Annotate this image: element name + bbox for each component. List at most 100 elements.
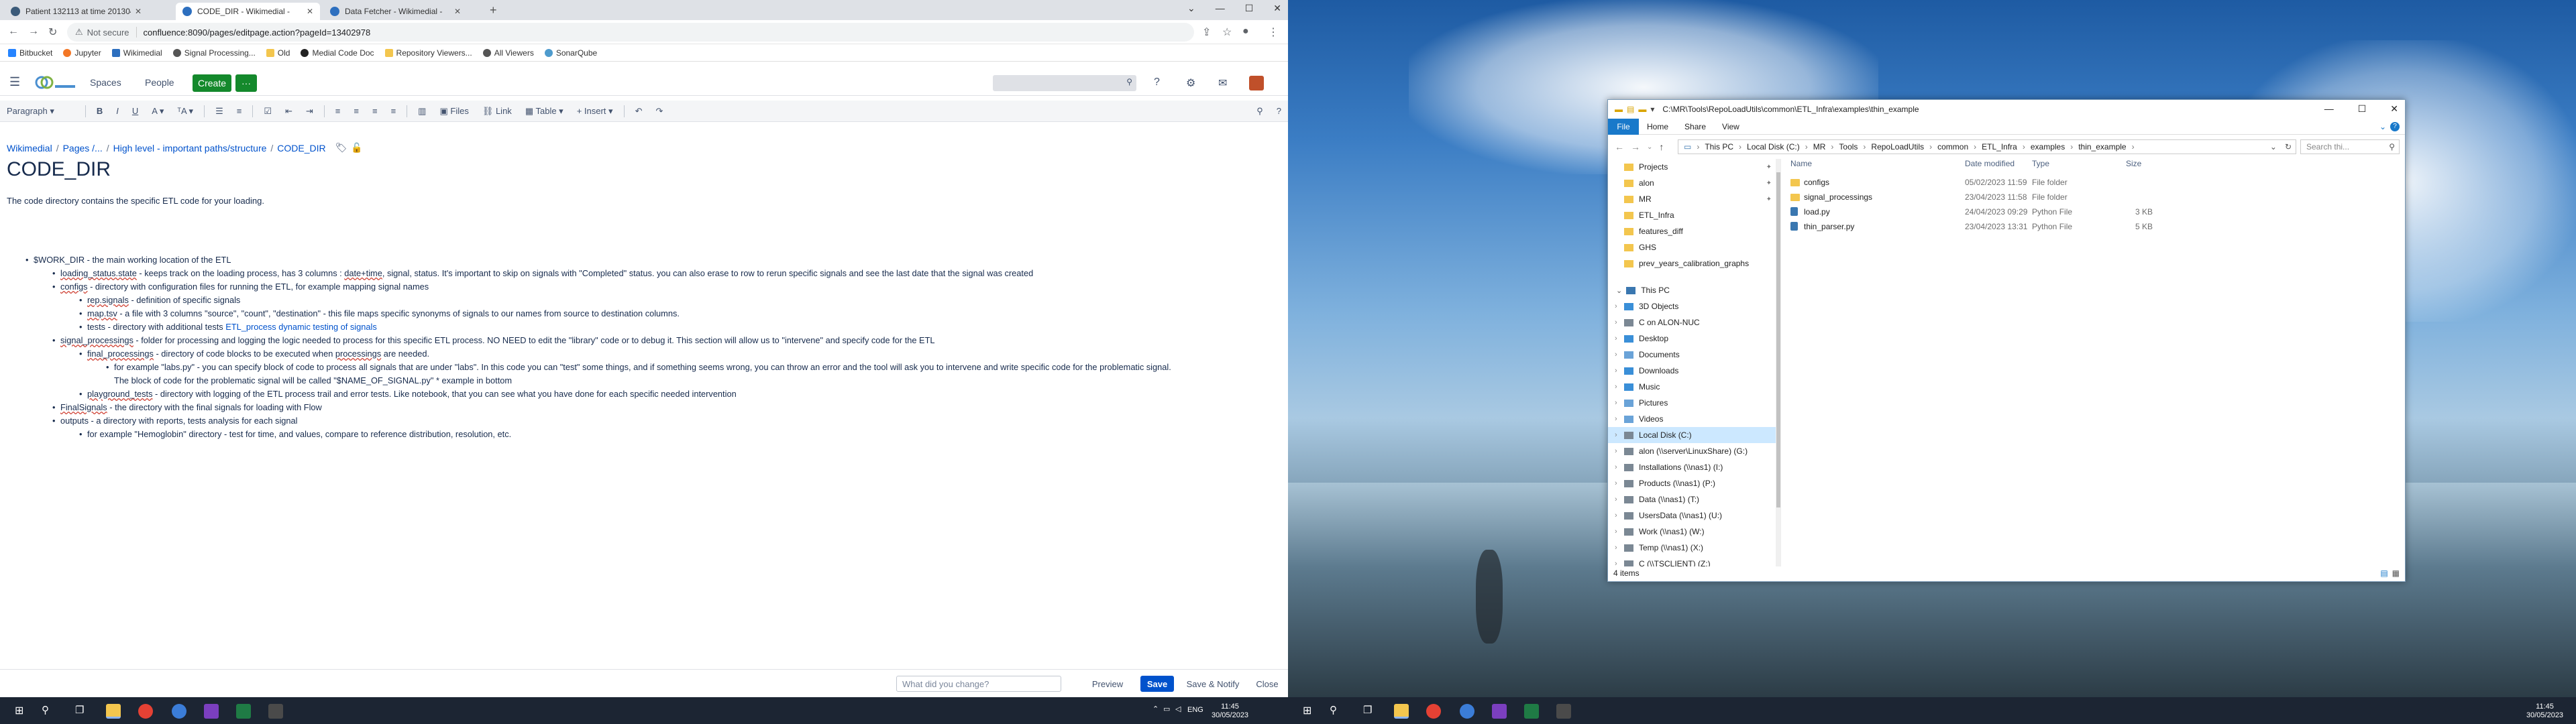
nav-item[interactable]: › C on ALON-NUC (1608, 314, 1776, 330)
nav-item[interactable]: › Music (1608, 379, 1776, 395)
expand-ribbon-icon[interactable]: ⌄ (2379, 122, 2386, 131)
expand-chevron-icon[interactable]: › (1615, 495, 1617, 503)
expand-chevron-icon[interactable]: › (1615, 335, 1617, 343)
expand-chevron-icon[interactable]: › (1615, 431, 1617, 439)
search-input[interactable]: ⚲ (993, 75, 1136, 91)
column-header-name[interactable]: Name (1790, 159, 1812, 168)
maps-app-icon[interactable] (172, 704, 186, 719)
medial-logo[interactable] (34, 74, 78, 90)
files-button[interactable]: ▣ Files (433, 106, 475, 117)
task-view-icon[interactable]: ❐ (1363, 704, 1378, 719)
forward-icon[interactable]: → (1631, 141, 1640, 152)
reload-icon[interactable]: ↻ (48, 25, 57, 39)
ribbon-tab-view[interactable]: View (1714, 122, 1748, 131)
path-segment[interactable]: common (1937, 142, 1968, 152)
nav-item[interactable]: › Desktop (1608, 330, 1776, 347)
profile-icon[interactable]: ● (1242, 25, 1249, 38)
path-segment[interactable]: MR (1813, 142, 1826, 152)
folder-icon[interactable]: ▬ (1615, 105, 1623, 114)
nav-item[interactable]: GHS (1608, 239, 1776, 255)
avatar[interactable] (1249, 76, 1264, 90)
notifications-icon[interactable]: ✉ (1218, 76, 1227, 90)
italic-button[interactable]: I (109, 106, 125, 116)
nav-item[interactable]: › Work (\\nas1) (W:) (1608, 524, 1776, 540)
windows-start-icon[interactable]: ⊞ (1303, 704, 1318, 719)
bookmark-all-viewers[interactable]: All Viewers (482, 48, 534, 58)
ribbon-tab-share[interactable]: Share (1676, 122, 1714, 131)
path-segment[interactable]: examples (2031, 142, 2065, 152)
bookmark-jupyter[interactable]: Jupyter (63, 48, 101, 58)
minimize-icon[interactable]: — (1216, 3, 1225, 14)
new-tab-button[interactable]: + (490, 3, 497, 17)
bookmark-medial-code-doc[interactable]: Medial Code Doc (301, 48, 374, 58)
nav-item[interactable]: ETL_Infra (1608, 207, 1776, 223)
clock[interactable]: 11:45 30/05/2023 (2526, 703, 2563, 720)
excel-icon[interactable] (236, 704, 251, 719)
column-header-size[interactable]: Size (2126, 159, 2141, 168)
visual-studio-icon[interactable] (1492, 704, 1507, 719)
nav-item[interactable]: MR ✦ (1608, 191, 1776, 207)
save-notify-button[interactable]: Save & Notify (1182, 676, 1244, 692)
breadcrumb-item[interactable]: CODE_DIR (277, 143, 325, 154)
tray-up-arrow-icon[interactable]: ⌃ (1152, 705, 1159, 714)
expand-chevron-icon[interactable]: › (1615, 544, 1617, 552)
excel-icon[interactable] (1524, 704, 1539, 719)
details-view-icon[interactable]: ▤ (2380, 568, 2387, 578)
breadcrumb-item[interactable]: Wikimedial (7, 143, 52, 154)
path-segment[interactable]: RepoLoadUtils (1871, 142, 1924, 152)
nav-item[interactable]: › Installations (\\nas1) (I:) (1608, 459, 1776, 475)
tab-patient[interactable]: Patient 132113 at time 20130408 ✕ (4, 3, 148, 20)
expand-chevron-icon[interactable]: › (1615, 367, 1617, 375)
bookmark-signal-processing[interactable]: Signal Processing... (172, 48, 256, 58)
breadcrumb-item[interactable]: Pages /... (63, 143, 103, 154)
close-tab-icon[interactable]: ✕ (307, 7, 313, 16)
align-right-icon[interactable]: ≡ (366, 106, 384, 116)
bookmark-bitbucket[interactable]: Bitbucket (8, 48, 52, 58)
paragraph-dropdown[interactable]: Paragraph ▾ (0, 106, 81, 117)
nav-item[interactable]: › Data (\\nas1) (T:) (1608, 491, 1776, 507)
bookmark-sonarqube[interactable]: SonarQube (544, 48, 597, 58)
windows-start-icon[interactable]: ⊞ (15, 704, 30, 719)
find-icon[interactable]: ⚲ (1250, 106, 1270, 117)
explorer-search-input[interactable]: Search thi... ⚲ (2300, 139, 2400, 154)
collapse-chevron-icon[interactable]: ⌄ (1616, 286, 1622, 295)
path-breadcrumb[interactable]: ▭ › This PC › Local Disk (C:) › MR › Tools ›… (1678, 139, 2296, 154)
nav-item[interactable]: › UsersData (\\nas1) (U:) (1608, 507, 1776, 524)
create-button[interactable]: Create (193, 74, 231, 92)
app-switcher-icon[interactable]: ☰ (9, 75, 20, 89)
undo-icon[interactable]: ↶ (629, 106, 649, 117)
insert-button[interactable]: + Insert ▾ (570, 106, 620, 117)
bookmark-old[interactable]: Old (266, 48, 290, 58)
ribbon-tab-file[interactable]: File (1608, 118, 1639, 135)
help-icon[interactable]: ? (2390, 121, 2400, 131)
large-icons-view-icon[interactable]: ▦ (2392, 568, 2400, 578)
nav-item[interactable]: › Downloads (1608, 363, 1776, 379)
maximize-icon[interactable]: ☐ (2358, 103, 2367, 115)
ribbon-tab-home[interactable]: Home (1639, 122, 1676, 131)
align-left-icon[interactable]: ≡ (329, 106, 347, 116)
bullet-list-icon[interactable]: ☰ (209, 106, 230, 117)
nav-item[interactable]: › Products (\\nas1) (P:) (1608, 475, 1776, 491)
path-segment[interactable]: Local Disk (C:) (1747, 142, 1800, 152)
close-tab-icon[interactable]: ✕ (454, 7, 461, 16)
forward-icon[interactable]: → (28, 25, 39, 38)
nav-item[interactable]: › Temp (\\nas1) (X:) (1608, 540, 1776, 556)
path-segment[interactable]: This PC (1705, 142, 1733, 152)
maximize-icon[interactable]: ☐ (1245, 3, 1254, 14)
help-icon[interactable]: ? (1270, 106, 1288, 116)
file-row[interactable]: signal_processings 23/04/2023 11:58 File f… (1790, 190, 2166, 204)
path-segment[interactable]: Tools (1839, 142, 1858, 152)
search-icon[interactable]: ⚲ (42, 704, 56, 719)
task-list-icon[interactable]: ☑ (257, 106, 278, 117)
minimize-icon[interactable]: — (2324, 103, 2334, 115)
table-button[interactable]: ▦ Table ▾ (519, 106, 570, 117)
intro-paragraph[interactable]: The code directory contains the specific… (7, 196, 264, 206)
label-icon[interactable]: 🏷 (335, 142, 347, 154)
nav-item[interactable]: › Videos (1608, 411, 1776, 427)
column-header-type[interactable]: Type (2032, 159, 2049, 168)
language-indicator[interactable]: ENG (1187, 706, 1203, 715)
help-icon[interactable]: ? (1154, 76, 1160, 88)
redo-icon[interactable]: ↷ (649, 106, 669, 117)
refresh-icon[interactable]: ↻ (2285, 142, 2292, 152)
path-segment[interactable]: thin_example (2078, 142, 2126, 152)
